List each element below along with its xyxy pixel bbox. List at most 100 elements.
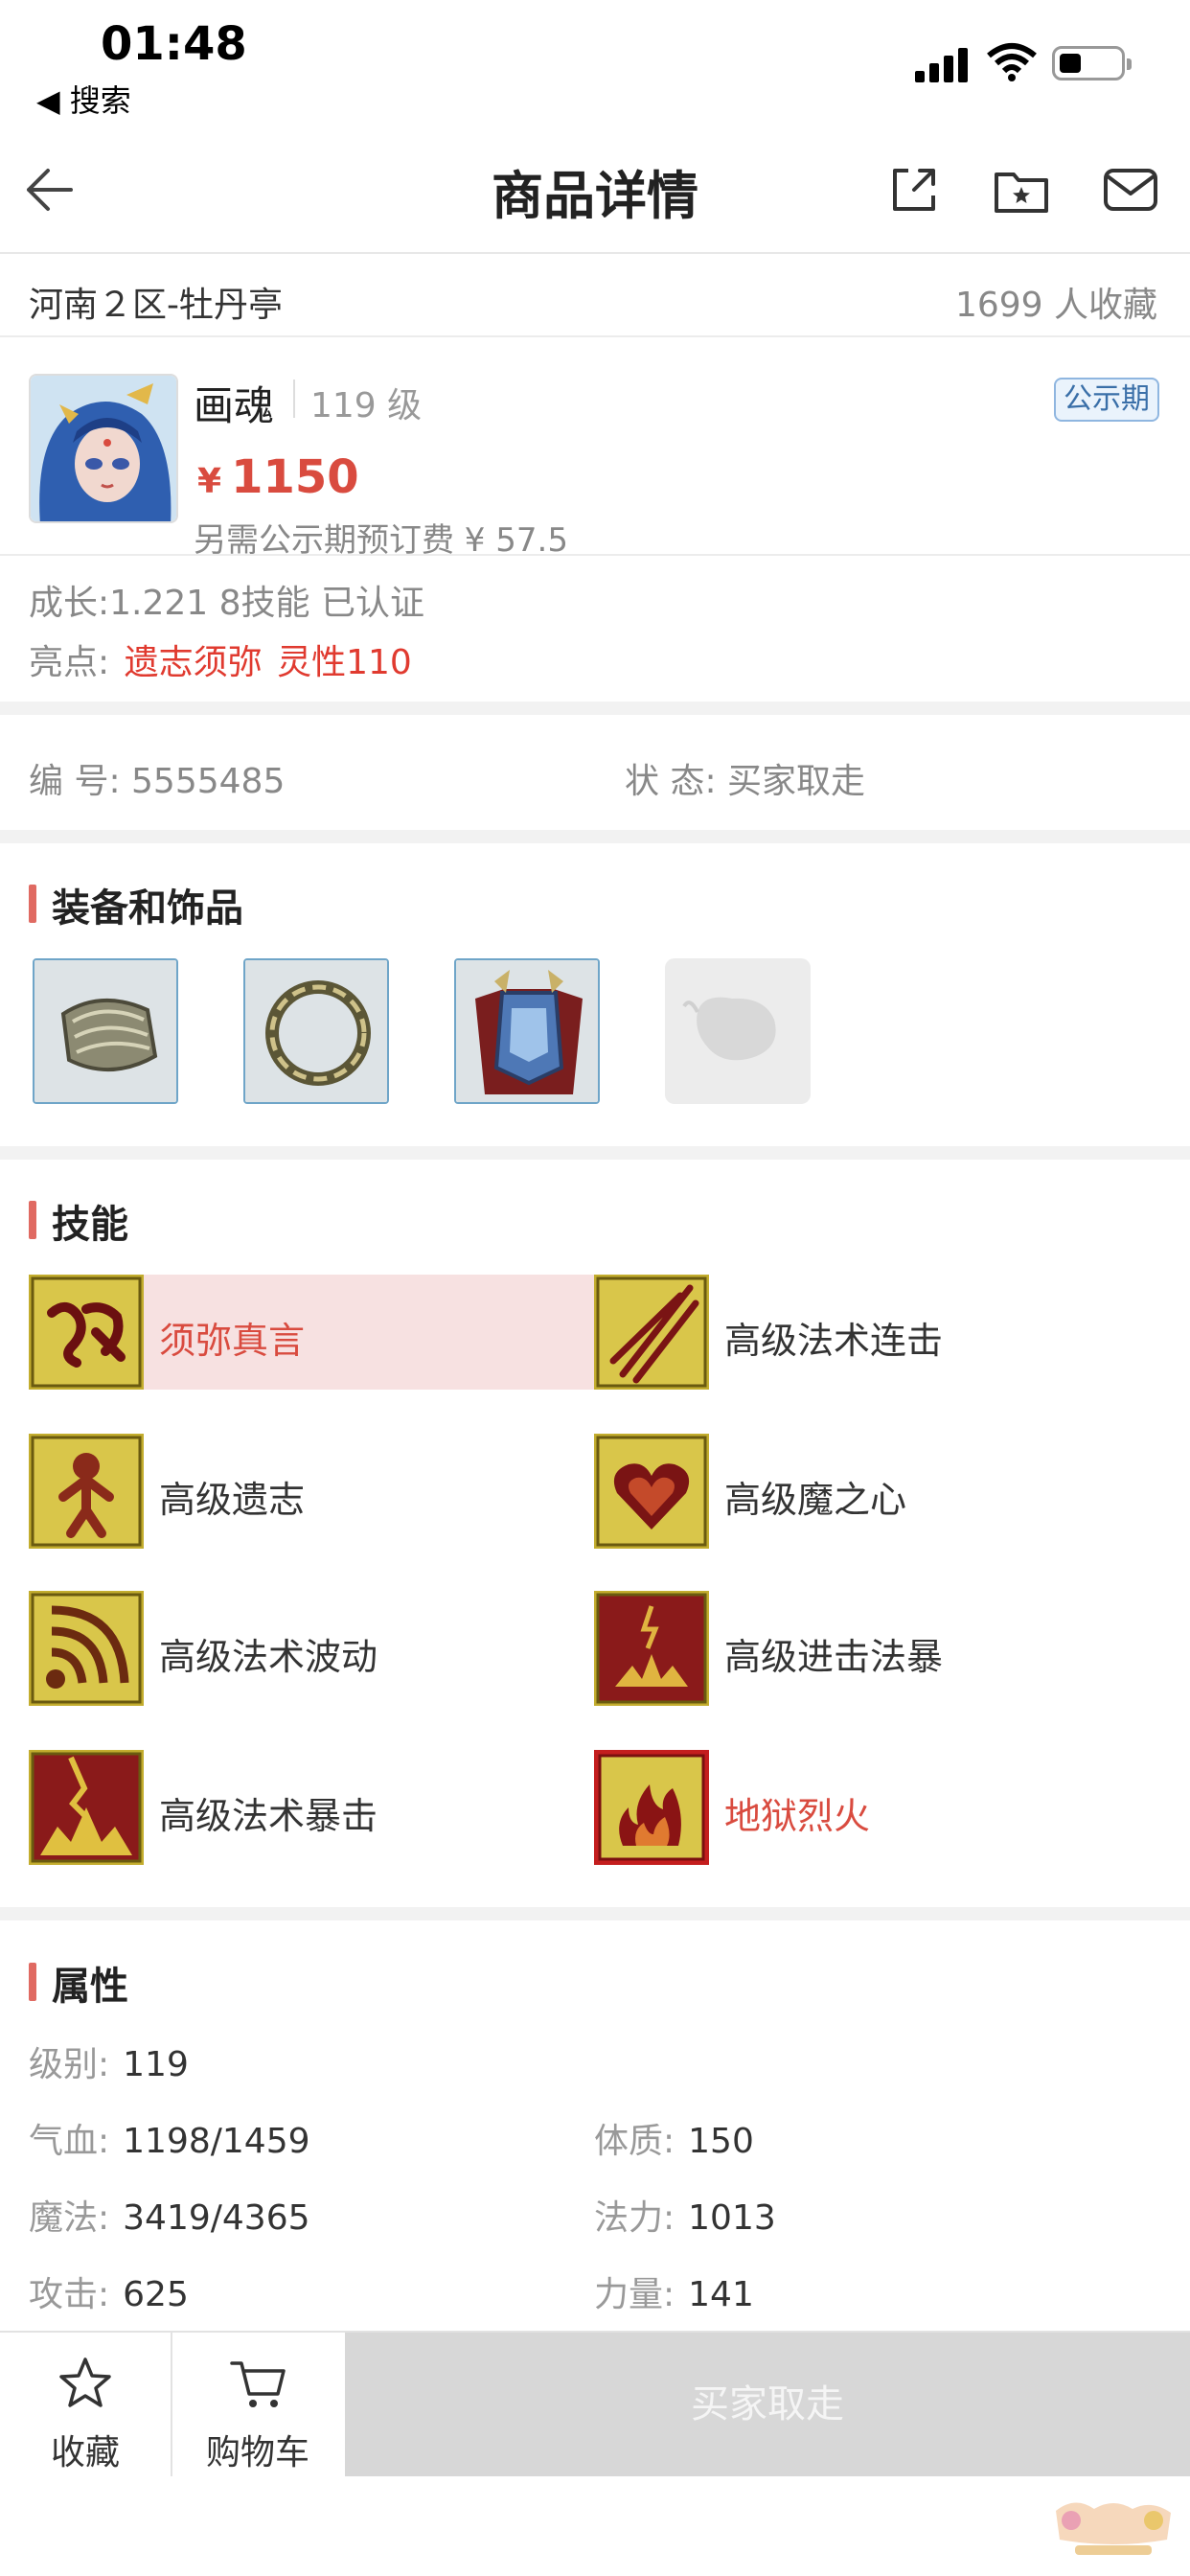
back-to-search-link[interactable]: ◀ 搜索: [36, 77, 131, 121]
section-gap: [0, 830, 1190, 843]
attr-label: 级别:: [29, 2045, 110, 2084]
assault-crit-icon: [594, 1591, 709, 1706]
highlight-label: 亮点:: [29, 643, 110, 682]
divider: [0, 554, 1190, 556]
skill-item[interactable]: 高级法术暴击: [29, 1750, 594, 1865]
public-period-badge: 公示期: [1054, 378, 1159, 422]
spell-wave-icon: [29, 1591, 144, 1706]
sumeru-mantra-icon: [29, 1275, 144, 1390]
highlights: 亮点: 遗志须弥 灵性110: [29, 634, 412, 684]
attr-value: 1198/1459: [123, 2122, 310, 2161]
item-status-value: 买家取走: [727, 762, 866, 801]
skill-item[interactable]: 高级遗志: [29, 1434, 594, 1549]
item-id: 编 号: 5555485: [29, 753, 285, 803]
skill-name: 须弥真言: [159, 1320, 306, 1362]
highlight-tag: 遗志须弥: [124, 643, 263, 682]
attr-magic: 法力: 1013: [594, 2190, 776, 2240]
attr-value: 1013: [688, 2198, 776, 2238]
bottom-action-bar: 收藏 购物车 买家取走: [0, 2331, 1190, 2476]
listing-header: 河南２区-牡丹亭 1699 人收藏: [0, 256, 1190, 337]
ring-icon: [245, 960, 387, 1102]
item-status-label: 状 态:: [625, 762, 717, 801]
wifi-icon: [987, 43, 1037, 81]
attr-mp: 魔法: 3419/4365: [29, 2190, 310, 2240]
equipment-slot[interactable]: [454, 958, 600, 1104]
pet-level: 119 级: [310, 386, 423, 426]
section-gap: [0, 1146, 1190, 1160]
attr-value: 141: [688, 2275, 754, 2314]
attr-constitution: 体质: 150: [594, 2113, 754, 2163]
game-logo-watermark-icon: [1056, 2502, 1171, 2555]
equipment-slot[interactable]: [33, 958, 178, 1104]
demon-heart-icon: [594, 1434, 709, 1549]
attr-attack: 攻击: 625: [29, 2266, 189, 2316]
spell-crit-icon: [29, 1750, 144, 1865]
equipment-slot[interactable]: [243, 958, 389, 1104]
info-row: 编 号: 5555485 状 态: 买家取走: [0, 728, 1190, 824]
attr-value: 3419/4365: [123, 2198, 310, 2238]
skill-name: 高级遗志: [159, 1479, 306, 1521]
favorite-folder-icon[interactable]: [993, 161, 1050, 218]
pet-avatar[interactable]: [29, 374, 178, 523]
item-id-label: 编 号:: [29, 762, 121, 801]
share-icon[interactable]: [885, 161, 943, 218]
nav-bar: 商品详情: [0, 125, 1190, 254]
favorite-tab-button[interactable]: 收藏: [0, 2333, 171, 2476]
battery-icon: [1052, 46, 1132, 80]
attr-value: 150: [688, 2122, 754, 2161]
attr-value: 119: [123, 2045, 189, 2084]
attr-level: 级别: 119: [29, 2036, 189, 2086]
star-icon: [59, 2358, 111, 2407]
status-bar: 01:48 ◀ 搜索: [0, 0, 1190, 125]
skill-name: 高级法术暴击: [159, 1795, 378, 1837]
skill-item[interactable]: 高级法术连击: [594, 1275, 1159, 1390]
divider: [293, 380, 295, 418]
highlight-tag: 灵性110: [277, 643, 412, 682]
attr-hp: 气血: 1198/1459: [29, 2113, 310, 2163]
skill-name: 高级魔之心: [724, 1479, 907, 1521]
growth-info: 成长:1.221 8技能 已认证: [29, 584, 424, 623]
legacy-icon: [29, 1434, 144, 1549]
message-icon[interactable]: [1102, 161, 1159, 218]
item-status: 状 态: 买家取走: [625, 753, 865, 803]
empty-slot-icon: [682, 997, 776, 1061]
section-gap: [0, 1907, 1190, 1920]
skill-item[interactable]: 须弥真言: [29, 1275, 594, 1390]
spell-combo-icon: [594, 1275, 709, 1390]
price-value: 1150: [231, 450, 359, 504]
skill-item[interactable]: 高级法术波动: [29, 1591, 594, 1706]
skill-item[interactable]: 高级魔之心: [594, 1434, 1159, 1549]
pet-name: 画魂: [194, 382, 275, 429]
attr-value: 625: [123, 2275, 189, 2314]
attr-label: 攻击:: [29, 2275, 110, 2314]
currency-symbol: ¥: [197, 462, 222, 501]
clock: 01:48: [101, 17, 247, 71]
cart-tab-button[interactable]: 购物车: [172, 2333, 343, 2476]
item-id-value: 5555485: [131, 762, 286, 801]
skills-section-title: 技能: [29, 1193, 128, 1249]
skill-name: 高级法术连击: [724, 1320, 944, 1362]
cart-label: 购物车: [205, 2433, 309, 2472]
attributes-section-title: 属性: [29, 1955, 128, 2011]
skill-name: 高级法术波动: [159, 1636, 378, 1678]
favorite-label: 收藏: [50, 2433, 120, 2472]
server-name: 河南２区-牡丹亭: [29, 286, 283, 325]
attr-label: 体质:: [594, 2122, 675, 2161]
attr-strength: 力量: 141: [594, 2266, 754, 2316]
attr-label: 法力:: [594, 2198, 675, 2238]
skill-name: 地狱烈火: [724, 1795, 871, 1837]
attr-label: 魔法:: [29, 2198, 110, 2238]
equipment-slot-empty: [665, 958, 811, 1104]
equipment-section-title: 装备和饰品: [29, 877, 243, 932]
section-gap: [0, 702, 1190, 715]
buy-button-disabled[interactable]: 买家取走: [345, 2333, 1190, 2476]
skill-item[interactable]: 地狱烈火: [594, 1750, 1159, 1865]
skill-item[interactable]: 高级进击法暴: [594, 1591, 1159, 1706]
hellfire-icon: [594, 1750, 709, 1865]
shopping-cart-icon: [230, 2361, 286, 2407]
armor-icon: [456, 960, 598, 1102]
bracer-icon: [34, 960, 176, 1102]
attr-label: 力量:: [594, 2275, 675, 2314]
skill-name: 高级进击法暴: [724, 1636, 944, 1678]
attr-label: 气血:: [29, 2122, 110, 2161]
